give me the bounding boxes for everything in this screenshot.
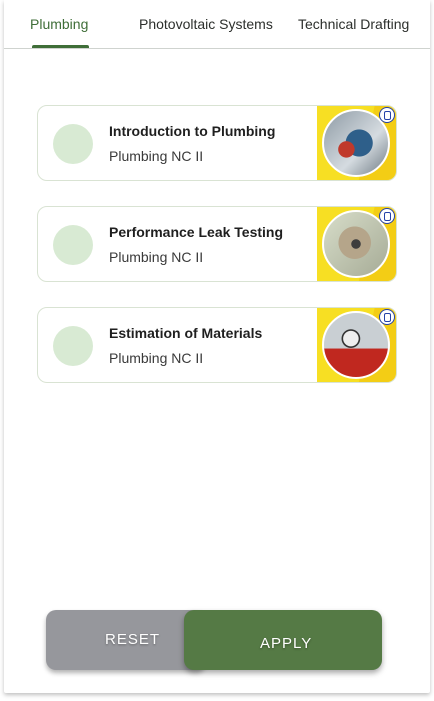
tab-technical-drafting[interactable]: Technical Drafting xyxy=(298,16,409,32)
select-indicator[interactable] xyxy=(53,225,93,265)
reset-button[interactable]: RESET xyxy=(46,610,206,670)
course-subtitle: Plumbing NC II xyxy=(109,249,204,265)
tab-bar: Plumbing Photovoltaic Systems Technical … xyxy=(4,0,430,49)
course-title: Estimation of Materials xyxy=(109,325,263,341)
course-title: Introduction to Plumbing xyxy=(109,123,276,139)
filter-panel: Plumbing Photovoltaic Systems Technical … xyxy=(4,0,430,693)
select-indicator[interactable] xyxy=(53,124,93,164)
tab-plumbing[interactable]: Plumbing xyxy=(30,16,88,32)
tesda-seal-icon xyxy=(379,107,395,123)
course-thumbnail xyxy=(317,207,396,281)
course-thumbnail xyxy=(317,308,396,382)
course-card-estimation-of-materials[interactable]: Estimation of Materials Plumbing NC II xyxy=(37,307,397,383)
course-thumbnail xyxy=(317,106,396,180)
course-subtitle: Plumbing NC II xyxy=(109,148,204,164)
apply-button[interactable]: APPLY xyxy=(184,610,382,670)
reset-button-label: RESET xyxy=(105,631,161,648)
course-card-performance-leak-testing[interactable]: Performance Leak Testing Plumbing NC II xyxy=(37,206,397,282)
course-subtitle: Plumbing NC II xyxy=(109,350,204,366)
course-title: Performance Leak Testing xyxy=(109,224,284,240)
tab-photovoltaic-systems[interactable]: Photovoltaic Systems xyxy=(139,16,273,32)
select-indicator[interactable] xyxy=(53,326,93,366)
tesda-seal-icon xyxy=(379,208,395,224)
tesda-seal-icon xyxy=(379,309,395,325)
active-tab-indicator xyxy=(32,45,89,48)
course-card-introduction-to-plumbing[interactable]: Introduction to Plumbing Plumbing NC II xyxy=(37,105,397,181)
apply-button-label: APPLY xyxy=(260,635,313,652)
